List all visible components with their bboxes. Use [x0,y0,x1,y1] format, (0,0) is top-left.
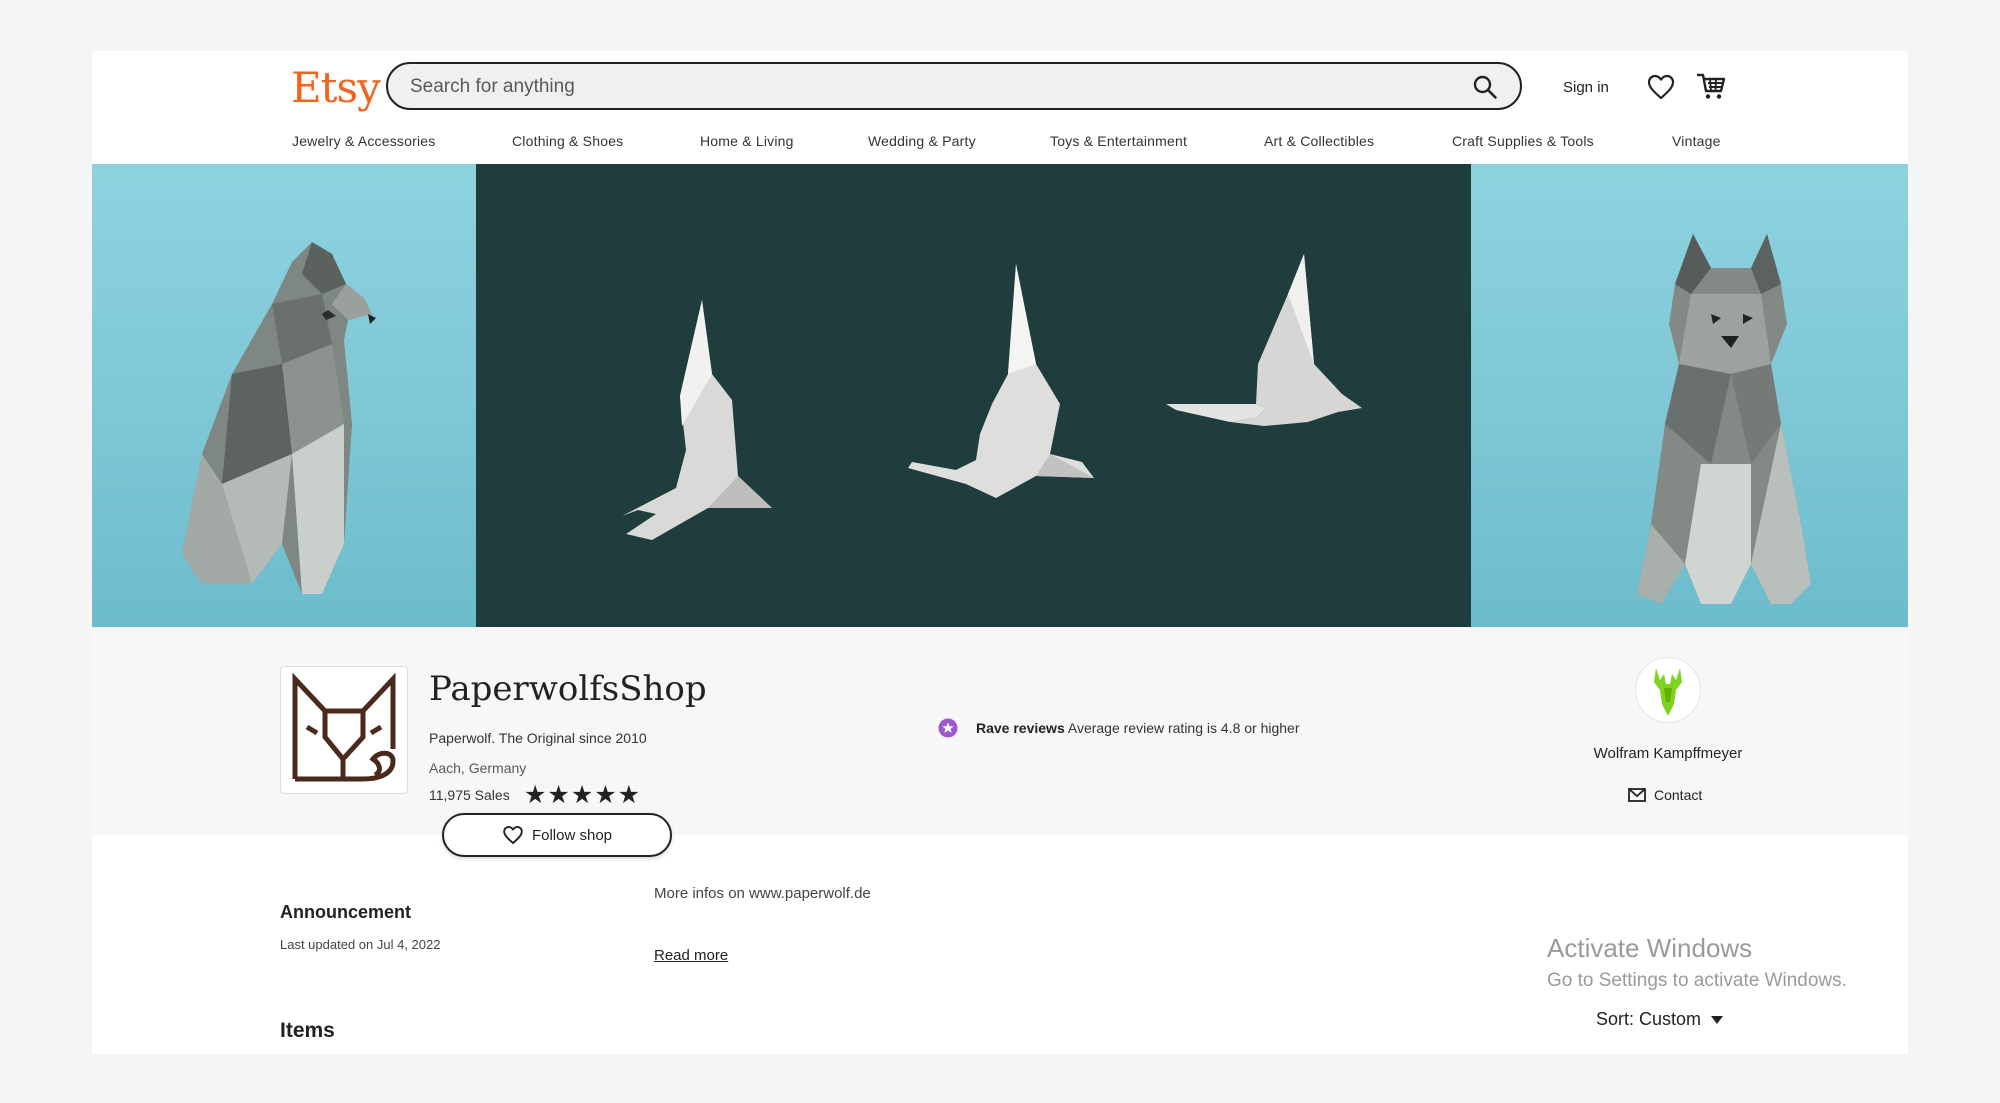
nav-toys-entertainment[interactable]: Toys & Entertainment [1050,133,1187,149]
nav-craft-supplies-tools[interactable]: Craft Supplies & Tools [1452,133,1594,149]
read-more-link[interactable]: Read more [654,947,728,964]
announcement-updated: Last updated on Jul 4, 2022 [280,937,441,952]
rating-stars[interactable]: ★★★★★ [524,780,641,810]
category-nav: Jewelry & Accessories Clothing & Shoes H… [92,133,1908,157]
etsy-shop-page: Etsy Sign in Jewelry & Accessories Cloth… [92,51,1908,1054]
announcement-text: More infos on www.paperwolf.de [654,885,871,902]
follow-shop-label: Follow shop [531,826,613,844]
nav-home-living[interactable]: Home & Living [700,133,794,149]
banner-center-panel [476,164,1471,627]
owner-name[interactable]: Wolfram Kampffmeyer [1588,745,1748,762]
sort-label: Sort: Custom [1596,1009,1702,1029]
banner-left-panel [92,164,476,627]
sign-in-link[interactable]: Sign in [1563,79,1609,96]
search-input[interactable] [408,72,1452,102]
shop-banner [92,164,1908,627]
watermark-line-1: Activate Windows [1547,933,1753,963]
shop-info-section: PaperwolfsShop Paperwolf. The Original s… [92,627,1908,857]
paper-birds [622,254,1362,540]
search-bar[interactable] [386,62,1522,110]
mail-icon [1628,788,1646,802]
favorites-heart-icon[interactable] [1646,72,1676,102]
rave-reviews-text: Rave reviews Average review rating is 4.… [976,720,1300,736]
contact-label: Contact [1654,787,1703,803]
contact-button[interactable]: Contact [1628,787,1702,803]
sort-dropdown[interactable]: Sort: Custom [1596,1009,1724,1030]
items-heading: Items [280,1019,335,1042]
shop-logo[interactable] [280,666,408,794]
announcement-title: Announcement [280,902,412,922]
rave-reviews-title: Rave reviews [976,720,1065,736]
shop-name: PaperwolfsShop [429,669,707,709]
shop-tagline: Paperwolf. The Original since 2010 [429,730,647,746]
etsy-logo[interactable]: Etsy [291,63,381,112]
windows-activation-watermark: Activate Windows Go to Settings to activ… [1547,933,1847,992]
nav-vintage[interactable]: Vintage [1672,133,1721,149]
shop-sales-count: 11,975 Sales [429,787,510,803]
owner-avatar[interactable] [1635,657,1701,723]
rave-reviews-description: Average review rating is 4.8 or higher [1067,720,1300,736]
caret-down-icon [1711,1015,1724,1024]
heart-icon [503,825,523,845]
follow-shop-button[interactable]: Follow shop [442,813,672,857]
nav-wedding-party[interactable]: Wedding & Party [868,133,976,149]
banner-right-panel [1471,164,1908,627]
fox-logo-icon [292,672,396,782]
search-icon[interactable] [1472,74,1498,100]
rave-reviews-badge-icon [938,718,958,738]
nav-clothing-shoes[interactable]: Clothing & Shoes [512,133,623,149]
watermark-line-2: Go to Settings to activate Windows. [1547,970,1847,991]
cart-icon[interactable] [1695,70,1727,102]
nav-art-collectibles[interactable]: Art & Collectibles [1264,133,1374,149]
nav-jewelry-accessories[interactable]: Jewelry & Accessories [292,133,435,149]
shop-location: Aach, Germany [429,760,527,776]
paper-wolf-sitting-right [1637,234,1811,604]
green-stag-avatar-icon [1654,668,1682,716]
paper-wolf-sitting-left [182,242,376,594]
